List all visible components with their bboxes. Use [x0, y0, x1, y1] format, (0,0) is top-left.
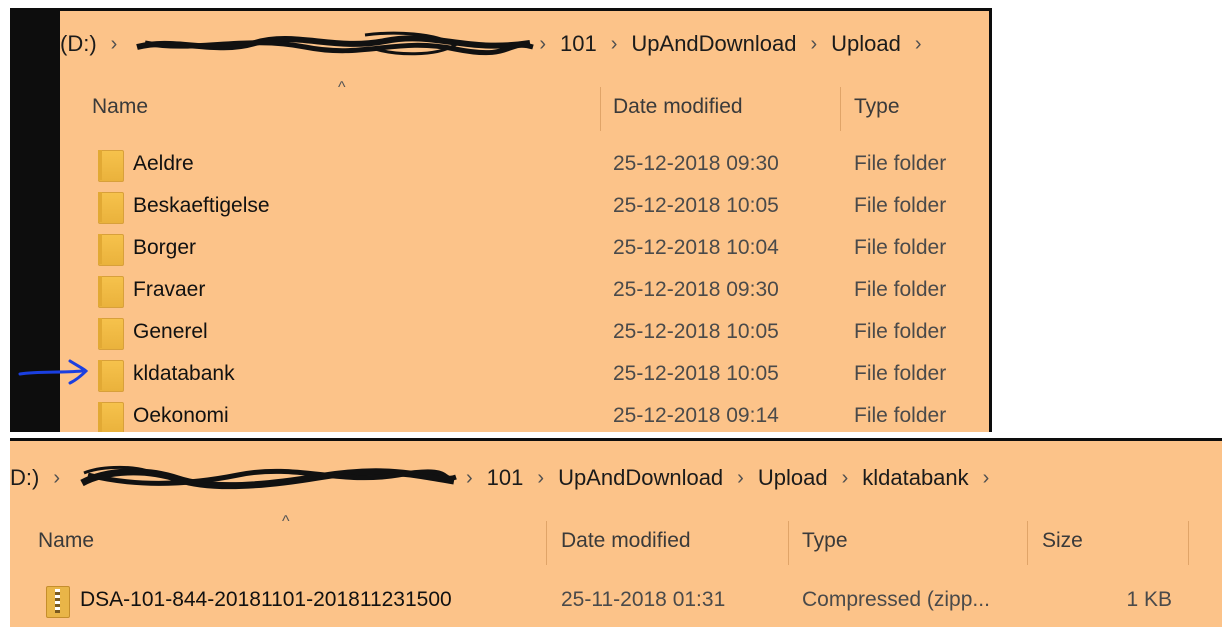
- item-date: 25-12-2018 10:05: [613, 194, 779, 217]
- item-name: kldatabank: [133, 362, 235, 385]
- item-date: 25-12-2018 10:05: [613, 320, 779, 343]
- chevron-right-icon: ›: [841, 466, 849, 489]
- item-date: 25-11-2018 01:31: [561, 588, 726, 611]
- column-divider[interactable]: [600, 87, 601, 131]
- file-list-panel: (D:) › › 101 › UpAndDownload › Upload › …: [60, 11, 989, 432]
- breadcrumb-item-upload[interactable]: Upload: [758, 465, 828, 491]
- redaction-scribble: [80, 465, 457, 490]
- breadcrumb: D:) › › 101 › UpAndDownload › Upload › k…: [10, 463, 1003, 493]
- address-bar[interactable]: (D:) › › 101 › UpAndDownload › Upload ›: [60, 11, 989, 71]
- breadcrumb-item-upanddownload[interactable]: UpAndDownload: [631, 31, 796, 57]
- list-item[interactable]: Generel 25-12-2018 10:05 File folder: [60, 312, 989, 354]
- file-list-panel: D:) › › 101 › UpAndDownload › Upload › k…: [10, 441, 1222, 627]
- column-divider[interactable]: [788, 521, 789, 565]
- explorer-window-upload: (D:) › › 101 › UpAndDownload › Upload › …: [10, 8, 992, 432]
- breadcrumb-item-upload[interactable]: Upload: [831, 31, 901, 57]
- breadcrumb: (D:) › › 101 › UpAndDownload › Upload ›: [60, 29, 936, 59]
- folder-icon: [98, 276, 124, 308]
- item-size: 1 KB: [1126, 588, 1172, 611]
- address-bar[interactable]: D:) › › 101 › UpAndDownload › Upload › k…: [10, 441, 1222, 501]
- folder-icon: [98, 360, 124, 392]
- folder-icon: [98, 234, 124, 266]
- list-item[interactable]: DSA-101-844-20181101-201811231500 25-11-…: [10, 580, 1222, 622]
- list-item[interactable]: Borger 25-12-2018 10:04 File folder: [60, 228, 989, 270]
- item-name: DSA-101-844-20181101-201811231500: [80, 588, 452, 611]
- chevron-right-icon[interactable]: ›: [915, 33, 922, 56]
- chevron-right-icon: ›: [466, 466, 473, 489]
- folder-icon: [98, 402, 124, 432]
- breadcrumb-item-101[interactable]: 101: [560, 31, 597, 57]
- breadcrumb-item-upanddownload[interactable]: UpAndDownload: [558, 465, 723, 491]
- item-name: Beskaeftigelse: [133, 194, 270, 217]
- column-divider[interactable]: [1188, 521, 1189, 565]
- explorer-window-kldatabank: D:) › › 101 › UpAndDownload › Upload › k…: [10, 438, 1222, 627]
- item-name: Fravaer: [133, 278, 206, 301]
- redaction-scribble: [136, 31, 535, 56]
- chevron-right-icon: ›: [539, 32, 546, 55]
- column-divider[interactable]: [546, 521, 547, 565]
- column-divider[interactable]: [1027, 521, 1028, 565]
- column-header-type[interactable]: Type: [854, 95, 900, 119]
- chevron-right-icon: ›: [53, 466, 60, 489]
- breadcrumb-item-101[interactable]: 101: [487, 465, 524, 491]
- sort-up-icon: ^: [338, 79, 346, 96]
- column-header-row: ^ Name Date modified Type: [60, 79, 989, 137]
- chevron-right-icon: ›: [610, 32, 618, 55]
- item-type: File folder: [854, 320, 947, 343]
- list-item[interactable]: Fravaer 25-12-2018 09:30 File folder: [60, 270, 989, 312]
- item-type: Compressed (zipp...: [802, 588, 990, 611]
- list-item[interactable]: Oekonomi 25-12-2018 09:14 File folder: [60, 396, 989, 432]
- item-name: Generel: [133, 320, 208, 343]
- item-date: 25-12-2018 10:05: [613, 362, 779, 385]
- item-name: Aeldre: [133, 152, 194, 175]
- item-name: Oekonomi: [133, 404, 229, 427]
- list-item[interactable]: Aeldre 25-12-2018 09:30 File folder: [60, 144, 989, 186]
- list-item[interactable]: Beskaeftigelse 25-12-2018 10:05 File fol…: [60, 186, 989, 228]
- folder-icon: [98, 150, 124, 182]
- item-date: 25-12-2018 09:30: [613, 152, 779, 175]
- item-type: File folder: [854, 362, 947, 385]
- chevron-right-icon: ›: [537, 466, 545, 489]
- list-item[interactable]: kldatabank 25-12-2018 10:05 File folder: [60, 354, 989, 396]
- item-date: 25-12-2018 09:14: [613, 404, 779, 427]
- breadcrumb-item-kldatabank[interactable]: kldatabank: [862, 465, 968, 491]
- hand-drawn-arrow-icon: [18, 359, 89, 385]
- column-divider[interactable]: [840, 87, 841, 131]
- item-type: File folder: [854, 194, 947, 217]
- item-date: 25-12-2018 10:04: [613, 236, 779, 259]
- item-type: File folder: [854, 278, 947, 301]
- column-header-row: ^ Name Date modified Type Size: [10, 513, 1222, 571]
- column-header-date[interactable]: Date modified: [561, 529, 691, 553]
- column-header-type[interactable]: Type: [802, 529, 848, 553]
- column-header-date[interactable]: Date modified: [613, 95, 743, 119]
- column-header-size[interactable]: Size: [1042, 529, 1083, 553]
- column-header-name[interactable]: Name: [38, 529, 94, 553]
- item-name: Borger: [133, 236, 197, 259]
- chevron-right-icon: ›: [110, 32, 118, 55]
- column-header-name[interactable]: Name: [92, 95, 148, 119]
- folder-icon: [98, 192, 124, 224]
- chevron-right-icon[interactable]: ›: [983, 467, 990, 490]
- item-date: 25-12-2018 09:30: [613, 278, 779, 301]
- chevron-right-icon: ›: [737, 466, 744, 489]
- breadcrumb-drive[interactable]: D:): [10, 465, 39, 491]
- breadcrumb-drive[interactable]: (D:): [60, 31, 97, 57]
- sort-up-icon: ^: [282, 513, 290, 530]
- zip-archive-icon: [46, 586, 70, 618]
- item-type: File folder: [854, 236, 947, 259]
- item-type: File folder: [854, 404, 947, 427]
- folder-icon: [98, 318, 124, 350]
- item-type: File folder: [854, 152, 947, 175]
- chevron-right-icon: ›: [810, 32, 818, 55]
